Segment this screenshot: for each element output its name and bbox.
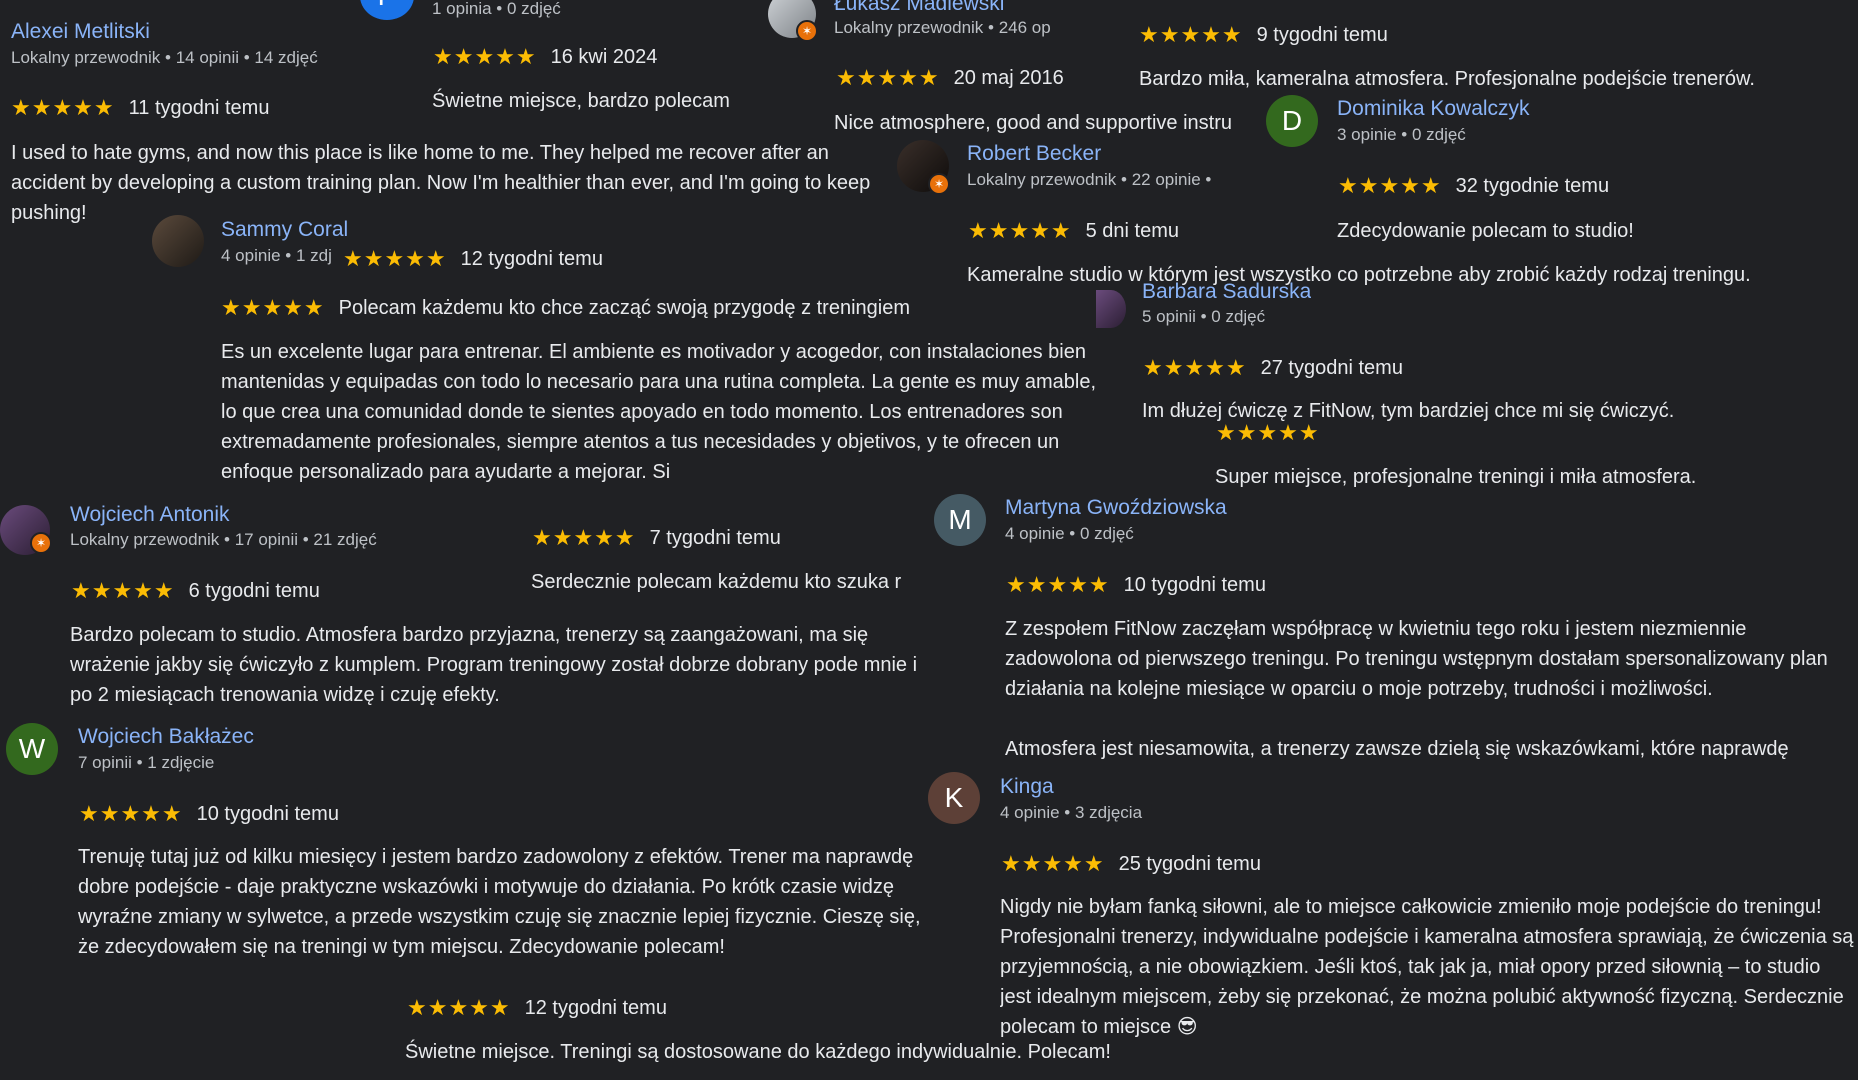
rating-stars: ★★★★★ <box>1143 355 1247 380</box>
rating-stars: ★★★★★ <box>532 525 636 550</box>
rating-stars: ★★★★★ <box>968 218 1072 243</box>
review-date: 12 tygodni temu <box>524 996 667 1019</box>
rating-stars: ★★★★★ <box>1006 572 1110 597</box>
reviewer-meta: 3 opinie • 0 zdjęć <box>1337 125 1466 144</box>
review-date: 11 tygodni temu <box>128 96 270 119</box>
review-date: 20 maj 2016 <box>953 66 1064 89</box>
avatar-letter: M <box>948 504 972 535</box>
reviewer-meta: 1 opinia • 0 zdjęć <box>432 0 561 18</box>
reviewer-name[interactable]: Sammy Coral <box>221 218 348 242</box>
avatar[interactable]: K <box>928 772 980 824</box>
avatar-letter: W <box>18 733 46 764</box>
rating-stars: ★★★★★ <box>11 95 115 120</box>
reviewer-meta: 4 opinie • 1 zdj <box>221 246 332 265</box>
reviewer-name[interactable]: Kinga <box>1000 775 1054 799</box>
headline-row: ★★★★★ Polecam każdemu kto chce zacząć sw… <box>221 295 961 321</box>
review-text: Zdecydowanie polecam to studio! <box>1337 220 1634 242</box>
rating-stars: ★★★★★ <box>836 65 940 90</box>
avatar[interactable] <box>152 215 204 267</box>
avatar[interactable]: D <box>1266 95 1318 147</box>
reviewer-name[interactable]: Wojciech Bakłażec <box>78 725 254 749</box>
reviewer-meta: 7 opinii • 1 zdjęcie <box>78 753 215 772</box>
review-date: 7 tygodni temu <box>649 526 781 549</box>
review-text: I used to hate gyms, and now this place … <box>11 142 871 224</box>
review-text: Nice atmosphere, good and supportive ins… <box>834 112 1233 134</box>
rating-row: ★★★★★ 10 tygodni temu <box>1006 572 1266 598</box>
review-text: Es un excelente lugar para entrenar. El … <box>221 341 1096 483</box>
reviewer-name[interactable]: Robert Becker <box>967 142 1101 166</box>
rating-row: ★★★★★ 9 tygodni temu <box>1139 22 1388 48</box>
rating-stars: ★★★★★ <box>79 801 183 826</box>
rating-row: ★★★★★ 12 tygodni temu <box>343 246 603 272</box>
rating-row: ★★★★★ 20 maj 2016 <box>836 65 1074 91</box>
avatar[interactable]: M <box>934 494 986 546</box>
reviewer-meta: 5 opinii • 0 zdjęć <box>1142 307 1266 326</box>
rating-stars: ★★★★★ <box>1139 22 1243 47</box>
rating-row: ★★★★★ 27 tygodni temu <box>1143 355 1403 381</box>
review-text: Trenuję tutaj już od kilku miesięcy i je… <box>78 846 921 958</box>
review-text: Świetne miejsce, bardzo polecam <box>432 90 730 112</box>
avatar[interactable] <box>1096 290 1126 328</box>
reviewer-name[interactable]: Barbara Sadurska <box>1142 280 1311 302</box>
avatar-letter: K <box>944 782 964 813</box>
review-text: Nigdy nie byłam fanką siłowni, ale to mi… <box>1000 896 1854 1038</box>
rating-row: ★★★★★ 6 tygodni temu <box>71 578 320 604</box>
review-text-continued: Atmosfera jest niesamowita, a trenerzy z… <box>1005 738 1789 760</box>
local-guide-badge-icon: ✶ <box>30 532 52 554</box>
review-date: 27 tygodni temu <box>1260 356 1403 379</box>
reviewer-meta: Lokalny przewodnik • 246 op <box>834 18 1051 37</box>
rating-row: ★★★★★ 25 tygodni temu <box>1001 851 1261 877</box>
reviewer-name[interactable]: Dominika Kowalczyk <box>1337 97 1530 121</box>
reviewer-meta: Lokalny przewodnik • 14 opinii • 14 zdję… <box>11 48 318 67</box>
review-date: 10 tygodni temu <box>1123 573 1266 596</box>
reviewer-name[interactable]: Łukasz Madlewski <box>834 0 1074 16</box>
review-text: Super miejsce, profesjonalne treningi i … <box>1215 466 1697 488</box>
rating-stars: ★★★★★ <box>1216 420 1320 445</box>
rating-stars: ★★★★★ <box>433 44 537 69</box>
review-headline: Polecam każdemu kto chce zacząć swoją pr… <box>338 296 911 319</box>
review-text: Świetne miejsce. Treningi są dostosowane… <box>405 1041 1111 1063</box>
review-date: 12 tygodni temu <box>460 247 603 270</box>
reviewer-meta: 4 opinie • 0 zdjęć <box>1005 524 1134 543</box>
rating-row: ★★★★★ 11 tygodni temu <box>11 95 269 121</box>
local-guide-badge-icon: ✶ <box>928 173 950 195</box>
rating-row: ★★★★★ 16 kwi 2024 <box>433 44 657 70</box>
review-text: Bardzo polecam to studio. Atmosfera bard… <box>70 624 918 706</box>
rating-stars: ★★★★★ <box>71 578 175 603</box>
review-date: 5 dni temu <box>1085 219 1180 242</box>
reviewer-name[interactable]: Alexei Metlitski <box>11 20 150 44</box>
review-date: 16 kwi 2024 <box>550 45 658 68</box>
rating-stars: ★★★★★ <box>343 246 447 271</box>
rating-stars: ★★★★★ <box>221 295 325 320</box>
review-text: Z zespołem FitNow zaczęłam współpracę w … <box>1005 618 1828 700</box>
rating-stars: ★★★★★ <box>407 995 511 1020</box>
review-text: Bardzo miła, kameralna atmosfera. Profes… <box>1139 68 1755 90</box>
avatar[interactable]: W <box>6 723 58 775</box>
avatar[interactable]: P <box>360 0 414 20</box>
review-date: 25 tygodni temu <box>1118 852 1261 875</box>
reviewer-name[interactable]: Wojciech Antonik <box>70 503 230 527</box>
review-text-robert: Kameralne studio w którym jest wszystko … <box>967 264 1751 286</box>
reviewer-name[interactable]: Martyna Gwoździowska <box>1005 496 1227 520</box>
rating-row: ★★★★★ 7 tygodni temu <box>532 525 781 551</box>
avatar-letter: P <box>378 0 397 12</box>
review-date: 9 tygodni temu <box>1256 23 1388 46</box>
review-date: 32 tygodnie temu <box>1455 174 1610 197</box>
review-date: 10 tygodni temu <box>196 802 339 825</box>
rating-row: ★★★★★ 5 dni temu <box>968 218 1179 244</box>
rating-row: ★★★★★ 12 tygodni temu <box>407 995 667 1021</box>
rating-row: ★★★★★ 32 tygodnie temu <box>1338 173 1609 199</box>
rating-stars: ★★★★★ <box>1001 851 1105 876</box>
local-guide-badge-icon: ✶ <box>796 20 818 42</box>
rating-stars: ★★★★★ <box>1338 173 1442 198</box>
reviewer-meta: Lokalny przewodnik • 17 opinii • 21 zdję… <box>70 530 377 549</box>
reviewer-meta: 4 opinie • 3 zdjęcia <box>1000 803 1143 822</box>
review-date: 6 tygodni temu <box>188 579 320 602</box>
review-text: Serdecznie polecam każdemu kto szuka r <box>531 571 902 593</box>
rating-row: ★★★★★ 10 tygodni temu <box>79 801 339 827</box>
avatar-letter: D <box>1281 105 1303 136</box>
reviewer-meta: Lokalny przewodnik • 22 opinie • <box>967 170 1212 189</box>
